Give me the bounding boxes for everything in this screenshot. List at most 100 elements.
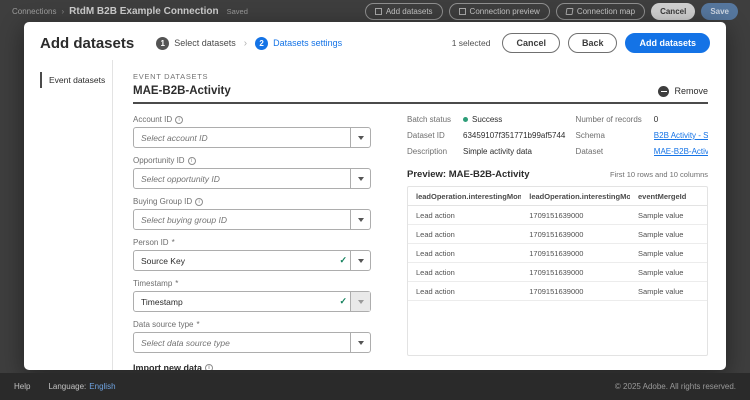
column-header: eventMergeId — [630, 187, 707, 205]
data-source-type-label-text: Data source type — [133, 320, 193, 329]
modal-main: EVENT DATASETS MAE-B2B-Activity Remove A… — [112, 60, 726, 370]
connection-preview-label: Connection preview — [470, 7, 540, 16]
info-icon[interactable]: i — [175, 116, 183, 124]
data-source-type-label: Data source type * — [133, 320, 371, 329]
valid-check-icon: ✓ — [339, 296, 347, 307]
field-person-id: Person ID * Source Key ✓ — [133, 238, 371, 271]
timestamp-label: Timestamp * — [133, 279, 371, 288]
success-dot-icon — [463, 117, 468, 122]
preview-icon — [459, 8, 466, 15]
page-header: Connections › RtdM B2B Example Connectio… — [0, 0, 750, 22]
opportunity-id-value: Select opportunity ID — [134, 174, 350, 184]
step-select-datasets[interactable]: 1 Select datasets — [156, 37, 236, 50]
step-1-circle: 1 — [156, 37, 169, 50]
preview-meta: First 10 rows and 10 columns — [610, 170, 708, 179]
dataset-link[interactable]: MAE-B2B-Activity — [654, 147, 708, 156]
chevron-right-icon: › — [244, 38, 247, 49]
info-icon[interactable]: i — [195, 198, 203, 206]
modal-header: Add datasets 1 Select datasets › 2 Datas… — [24, 22, 726, 60]
dataset-label: Dataset — [576, 147, 642, 156]
cancel-button[interactable]: Cancel — [502, 33, 560, 53]
table-cell: 1709151639000 — [521, 282, 630, 300]
chevron-down-icon — [350, 292, 370, 311]
dataset-id-label: Dataset ID — [407, 131, 451, 140]
chevron-down-icon[interactable] — [350, 251, 370, 270]
data-source-type-select[interactable]: Select data source type — [133, 332, 371, 353]
sidebar-item-event-datasets[interactable]: Event datasets — [40, 72, 112, 88]
language-label: Language: — [48, 382, 86, 391]
required-asterisk: * — [196, 320, 199, 329]
table-cell: 1709151639000 — [521, 225, 630, 243]
table-row: Lead action 1709151639000 Sample value — [408, 282, 707, 301]
chevron-down-icon[interactable] — [350, 333, 370, 352]
chevron-down-icon[interactable] — [350, 169, 370, 188]
language-link[interactable]: English — [89, 382, 115, 391]
modal-sidebar: Event datasets — [24, 60, 112, 370]
table-cell: Lead action — [408, 206, 521, 224]
modal-title: Add datasets — [40, 35, 134, 52]
table-cell: Lead action — [408, 244, 521, 262]
back-button[interactable]: Back — [568, 33, 618, 53]
field-buying-group-id: Buying Group ID i Select buying group ID — [133, 197, 371, 230]
field-timestamp: Timestamp * Timestamp ✓ — [133, 279, 371, 312]
timestamp-select[interactable]: Timestamp ✓ — [133, 291, 371, 312]
opportunity-id-label: Opportunity ID i — [133, 156, 371, 165]
table-cell: Sample value — [630, 206, 707, 224]
table-cell: 1709151639000 — [521, 244, 630, 262]
account-id-label-text: Account ID — [133, 115, 172, 124]
schema-link[interactable]: B2B Activity - Simple — [654, 131, 708, 140]
help-link[interactable]: Help — [14, 382, 30, 391]
table-cell: Sample value — [630, 263, 707, 281]
account-id-value: Select account ID — [134, 133, 350, 143]
step-1-label: Select datasets — [174, 38, 236, 48]
step-datasets-settings[interactable]: 2 Datasets settings — [255, 37, 342, 50]
add-datasets-modal: Add datasets 1 Select datasets › 2 Datas… — [24, 22, 726, 370]
table-row: Lead action 1709151639000 Sample value — [408, 206, 707, 225]
modal-body: Event datasets EVENT DATASETS MAE-B2B-Ac… — [24, 60, 726, 370]
page-title: RtdM B2B Example Connection — [69, 6, 218, 17]
person-id-select[interactable]: Source Key ✓ — [133, 250, 371, 271]
mapping-form: Account ID i Select account ID Opportuni… — [133, 115, 371, 370]
content-columns: Account ID i Select account ID Opportuni… — [133, 115, 708, 370]
page-save-button[interactable]: Save — [701, 3, 738, 20]
buying-group-id-value: Select buying group ID — [134, 215, 350, 225]
person-id-label-text: Person ID — [133, 238, 169, 247]
buying-group-id-select[interactable]: Select buying group ID — [133, 209, 371, 230]
description-label: Description — [407, 147, 451, 156]
page-cancel-button[interactable]: Cancel — [651, 3, 695, 20]
dataset-name: MAE-B2B-Activity — [133, 85, 231, 97]
person-id-value: Source Key — [134, 256, 339, 266]
table-cell: Sample value — [630, 225, 707, 243]
connection-map-button[interactable]: Connection map — [556, 3, 645, 20]
add-datasets-toolbar-button[interactable]: Add datasets — [365, 3, 443, 20]
opportunity-id-select[interactable]: Select opportunity ID — [133, 168, 371, 189]
column-header: leadOperation.interestingMoment... — [521, 187, 630, 205]
breadcrumb: Connections › RtdM B2B Example Connectio… — [12, 6, 248, 17]
selected-count: 1 selected — [452, 38, 491, 48]
data-source-type-value: Select data source type — [134, 338, 350, 348]
table-cell: Lead action — [408, 263, 521, 281]
required-asterisk: * — [175, 279, 178, 288]
chevron-down-icon[interactable] — [350, 210, 370, 229]
info-icon[interactable]: i — [188, 157, 196, 165]
description-value: Simple activity data — [463, 147, 576, 156]
table-cell: Lead action — [408, 282, 521, 300]
valid-check-icon: ✓ — [339, 255, 347, 266]
timestamp-value: Timestamp — [134, 297, 339, 307]
step-2-label: Datasets settings — [273, 38, 342, 48]
detail-group-left: Batch status Success Dataset ID 63459107… — [407, 115, 576, 156]
remove-label: Remove — [674, 86, 708, 96]
preview-table: leadOperation.interestingMoment... leadO… — [407, 186, 708, 356]
connection-preview-button[interactable]: Connection preview — [449, 3, 550, 20]
chevron-down-icon[interactable] — [350, 128, 370, 147]
account-id-select[interactable]: Select account ID — [133, 127, 371, 148]
add-dataset-icon — [375, 8, 382, 15]
detail-group-right: Number of records 0 Schema B2B Activity … — [576, 115, 708, 156]
remove-dataset-button[interactable]: Remove — [658, 86, 708, 97]
table-cell: 1709151639000 — [521, 263, 630, 281]
add-datasets-button[interactable]: Add datasets — [625, 33, 710, 53]
page-footer: Help Language: English © 2025 Adobe. All… — [0, 373, 750, 400]
preview-header: Preview: MAE-B2B-Activity First 10 rows … — [407, 169, 708, 180]
breadcrumb-connections-link[interactable]: Connections — [12, 7, 56, 16]
info-icon[interactable]: i — [205, 364, 213, 370]
